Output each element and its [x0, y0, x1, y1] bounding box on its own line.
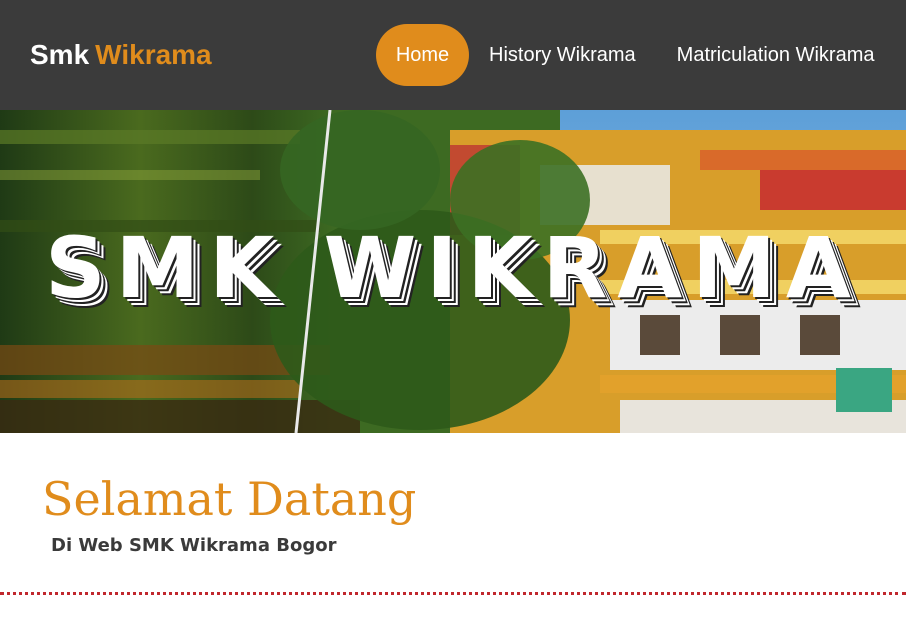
- brand-name-part1: Smk: [30, 39, 90, 70]
- hero-banner: SMK WIKRAMA: [0, 110, 906, 433]
- welcome-subheading: Di Web SMK Wikrama Bogor: [51, 535, 337, 556]
- brand-logo[interactable]: Smk Wikrama: [30, 38, 212, 72]
- nav-item-history-wikrama[interactable]: History Wikrama: [489, 24, 636, 86]
- hero-title: SMK WIKRAMA: [45, 219, 861, 317]
- brand-name-part2: Wikrama: [95, 39, 212, 70]
- navbar: Smk Wikrama Home History Wikrama Matricul…: [0, 0, 906, 110]
- main-nav: Home History Wikrama Matriculation Wikra…: [376, 24, 875, 86]
- welcome-heading: Selamat Datang: [42, 472, 417, 526]
- nav-item-home[interactable]: Home: [376, 24, 469, 86]
- section-divider: [0, 592, 906, 595]
- nav-item-matriculation-wikrama[interactable]: Matriculation Wikrama: [677, 24, 875, 86]
